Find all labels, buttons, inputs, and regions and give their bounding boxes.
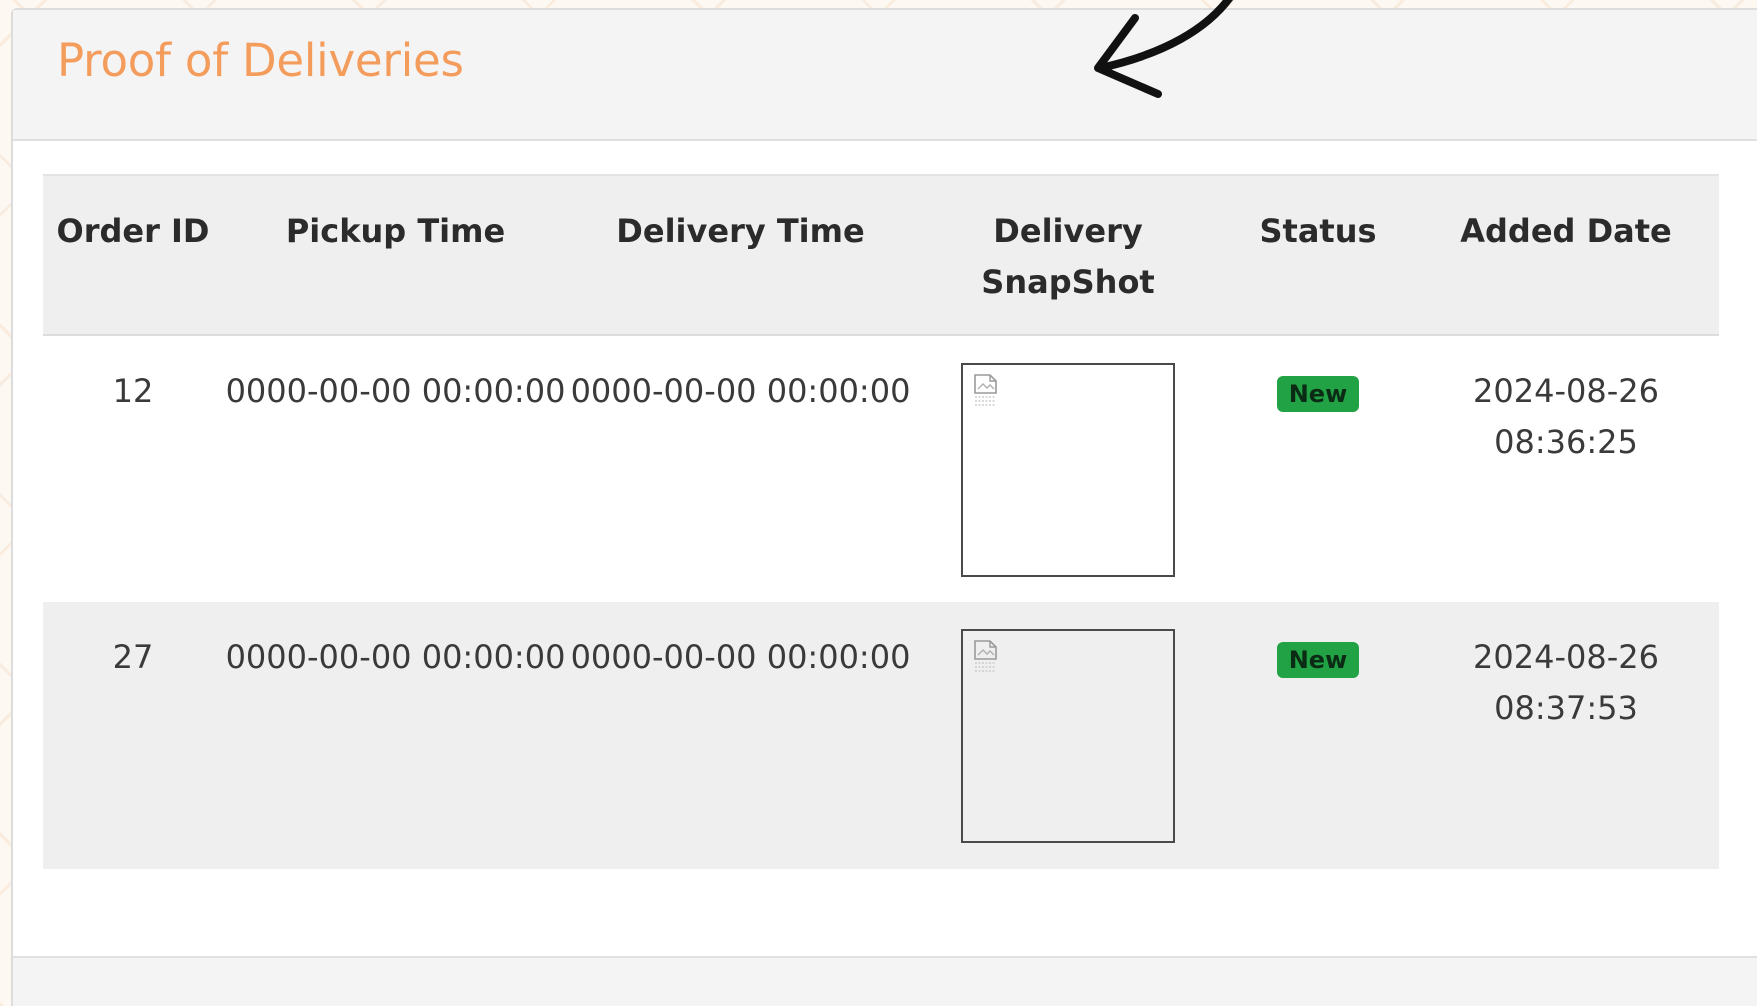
delivery-snapshot-cell — [913, 335, 1223, 602]
status-badge: New — [1276, 376, 1360, 412]
added-date-cell: 2024-08-26 08:36:25 — [1473, 372, 1659, 461]
table-body: 12 0000-00-00 00:00:00 0000-00-00 00:00:… — [43, 335, 1719, 869]
table-row[interactable]: 27 0000-00-00 00:00:00 0000-00-00 00:00:… — [43, 602, 1719, 869]
delivery-time-cell: 0000-00-00 00:00:00 — [570, 372, 911, 410]
column-header-delivery-time[interactable]: Delivery Time — [568, 175, 913, 335]
deliveries-table-wrapper: Order ID Pickup Time Delivery Time Deliv… — [43, 174, 1719, 869]
table-row[interactable]: 12 0000-00-00 00:00:00 0000-00-00 00:00:… — [43, 335, 1719, 602]
delivery-snapshot-image[interactable] — [961, 363, 1175, 577]
panel-title: Proof of Deliveries — [57, 34, 464, 87]
delivery-snapshot-cell — [913, 602, 1223, 869]
delivery-snapshot-image[interactable] — [961, 629, 1175, 843]
status-cell: New — [1223, 335, 1413, 602]
status-cell: New — [1223, 602, 1413, 869]
broken-image-icon — [974, 374, 997, 406]
added-date-cell: 2024-08-26 08:37:53 — [1473, 638, 1659, 727]
annotation-arrow-icon — [1094, 0, 1233, 98]
deliveries-table: Order ID Pickup Time Delivery Time Deliv… — [43, 174, 1719, 869]
table-header-row: Order ID Pickup Time Delivery Time Deliv… — [43, 175, 1719, 335]
broken-image-icon — [974, 640, 997, 672]
order-id-cell: 12 — [112, 372, 154, 410]
order-id-cell: 27 — [112, 638, 154, 676]
panel-footer — [13, 956, 1757, 1006]
column-header-added-date[interactable]: Added Date — [1413, 175, 1719, 335]
column-header-delivery-snapshot[interactable]: Delivery SnapShot — [913, 175, 1223, 335]
column-header-order-id[interactable]: Order ID — [43, 175, 223, 335]
status-badge: New — [1276, 642, 1360, 678]
panel-header: Proof of Deliveries — [13, 10, 1757, 141]
pickup-time-cell: 0000-00-00 00:00:00 — [225, 372, 566, 410]
column-header-status[interactable]: Status — [1223, 175, 1413, 335]
pickup-time-cell: 0000-00-00 00:00:00 — [225, 638, 566, 676]
table-header: Order ID Pickup Time Delivery Time Deliv… — [43, 175, 1719, 335]
delivery-time-cell: 0000-00-00 00:00:00 — [570, 638, 911, 676]
column-header-pickup-time[interactable]: Pickup Time — [223, 175, 568, 335]
